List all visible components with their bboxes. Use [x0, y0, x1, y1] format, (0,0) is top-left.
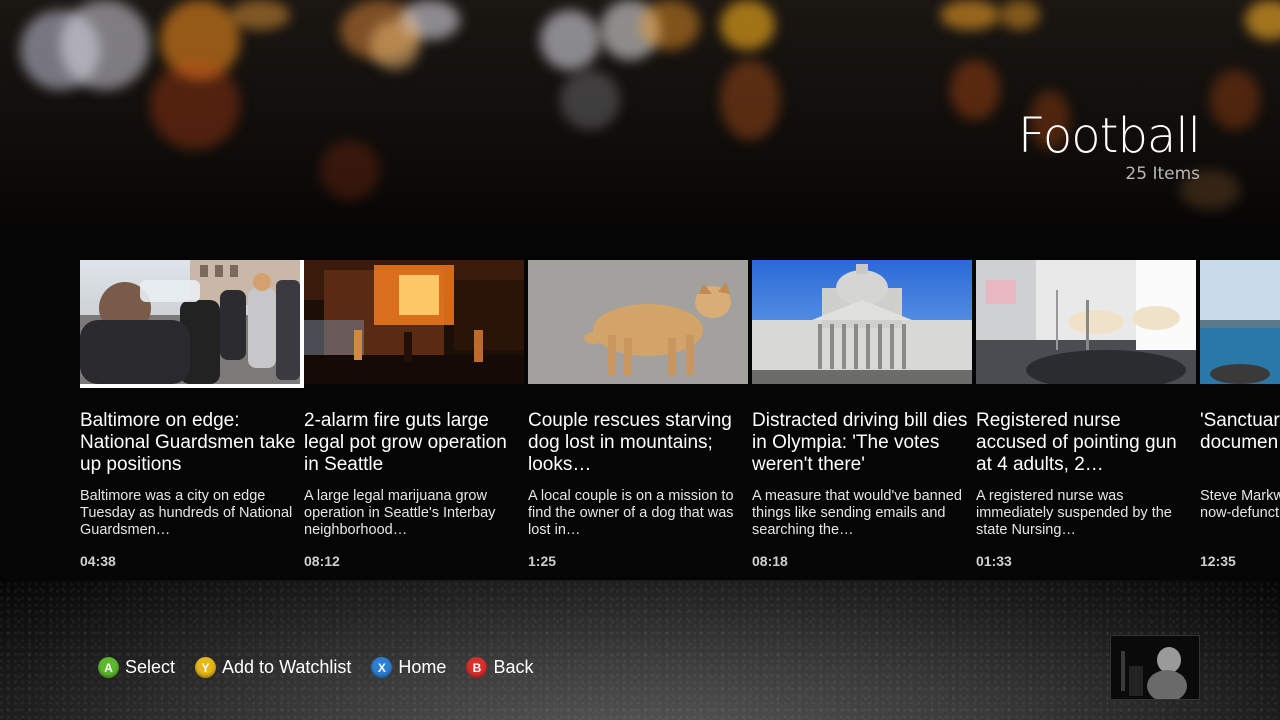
video-duration: 12:35	[1200, 553, 1236, 569]
floor-background	[0, 580, 1280, 720]
home-hint[interactable]: X Home	[371, 657, 446, 678]
page-title: Football	[1017, 108, 1201, 164]
back-hint[interactable]: B Back	[466, 657, 533, 678]
select-label: Select	[125, 657, 176, 677]
video-title: 'Sanctuary' founder g… documen…	[1200, 410, 1280, 453]
video-title: Baltimore on edge: National Guardsmen ta…	[80, 410, 296, 475]
crowd-photo-icon	[80, 260, 304, 388]
dog-photo-icon	[528, 260, 748, 384]
capitol-photo-icon	[752, 260, 972, 384]
camera-feed-icon	[1111, 636, 1199, 699]
video-tile[interactable]: Couple rescues starving dog lost in moun…	[528, 260, 748, 569]
a-button-icon: A	[98, 657, 119, 678]
video-title: Couple rescues starving dog lost in moun…	[528, 410, 732, 475]
water-photo-icon	[1200, 260, 1280, 384]
video-duration: 08:18	[752, 553, 788, 569]
b-button-icon: B	[466, 657, 488, 678]
video-tile[interactable]: Distracted driving bill dies in Olympia:…	[752, 260, 972, 569]
y-button-icon: Y	[195, 657, 217, 678]
video-title: 2-alarm fire guts large legal pot grow o…	[304, 410, 507, 475]
avatar[interactable]	[1110, 635, 1200, 700]
video-description: Steve Markw… controversia… now-defunct…	[1200, 488, 1280, 521]
item-count: 25 Items	[1125, 163, 1200, 184]
video-duration: 01:33	[976, 553, 1012, 569]
back-label: Back	[493, 657, 534, 677]
select-hint[interactable]: A Select	[98, 657, 175, 678]
video-description: A large legal marijuana grow operation i…	[304, 488, 496, 538]
video-description: A local couple is on a mission to find t…	[528, 488, 734, 538]
add-to-watchlist-hint[interactable]: Y Add to Watchlist	[195, 657, 351, 678]
video-description: Baltimore was a city on edge Tuesday as …	[80, 488, 293, 538]
page-header: Football 25 Items	[1017, 108, 1201, 184]
video-tile[interactable]: 2-alarm fire guts large legal pot grow o…	[304, 260, 524, 569]
video-tile[interactable]: 'Sanctuary' founder g… documen… Steve Ma…	[1200, 260, 1280, 569]
video-title: Distracted driving bill dies in Olympia:…	[752, 410, 968, 475]
video-duration: 04:38	[80, 553, 116, 569]
x-button-icon: X	[371, 657, 393, 678]
video-description: A measure that would've banned things li…	[752, 488, 962, 538]
video-duration: 1:25	[528, 553, 557, 569]
video-description: A registered nurse was immediately suspe…	[976, 488, 1172, 538]
video-duration: 08:12	[304, 553, 340, 569]
lab-photo-icon	[976, 260, 1196, 384]
video-strip: Baltimore on edge: National Guardsmen ta…	[80, 260, 1280, 590]
controller-hints: A Select Y Add to Watchlist X Home B Bac…	[98, 657, 553, 678]
home-label: Home	[398, 657, 447, 677]
video-tile[interactable]: Registered nurse accused of pointing gun…	[976, 260, 1196, 569]
video-tile[interactable]: Baltimore on edge: National Guardsmen ta…	[80, 260, 304, 569]
video-title: Registered nurse accused of pointing gun…	[976, 410, 1177, 475]
fire-photo-icon	[304, 260, 524, 384]
add-to-watchlist-label: Add to Watchlist	[222, 657, 352, 677]
